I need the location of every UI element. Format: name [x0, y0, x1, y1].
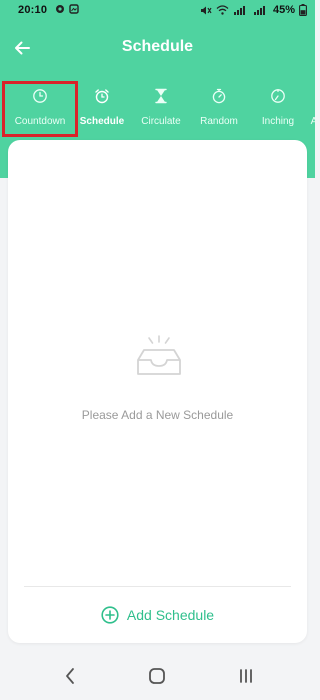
divider [24, 586, 291, 587]
signal-lte-icon [253, 6, 265, 15]
nav-home-button[interactable] [144, 664, 170, 688]
page-title: Schedule [121, 38, 194, 55]
signal-icon [233, 6, 245, 15]
settings-status-icon [56, 5, 64, 13]
schedule-type-tabs: Countdown Schedule Circulate Random Inch… [0, 84, 315, 136]
schedule-card: Please Add a New Schedule Add Schedule [8, 140, 307, 643]
tab-circulate[interactable]: Circulate [136, 84, 186, 136]
mute-icon [200, 6, 212, 14]
timer-icon [271, 89, 285, 103]
status-right-icons: 45% [200, 4, 307, 16]
tab-inching[interactable]: Inching [256, 84, 300, 136]
tab-label: Random [200, 116, 238, 127]
gallery-status-icon [69, 4, 79, 14]
tab-partial[interactable]: A [304, 84, 315, 136]
system-nav-bar [0, 650, 315, 700]
nav-back-button[interactable] [57, 664, 83, 688]
battery-icon [299, 4, 307, 16]
tab-label: Countdown [14, 116, 66, 127]
alarm-icon [95, 89, 109, 104]
recents-nav-icon [240, 669, 252, 683]
stopwatch-icon [212, 88, 226, 104]
empty-state-message: Please Add a New Schedule [81, 408, 234, 422]
tab-label: A [310, 116, 315, 127]
status-bar: 20:10 45% [0, 0, 315, 22]
status-time: 20:10 [18, 4, 48, 16]
tab-countdown[interactable]: Countdown [3, 84, 77, 136]
tab-label: Circulate [141, 116, 181, 127]
tab-label: Schedule [79, 116, 125, 127]
app-bar: Schedule [0, 22, 315, 74]
wifi-icon [216, 5, 229, 15]
tab-schedule[interactable]: Schedule [80, 84, 124, 136]
battery-percent: 45% [272, 4, 295, 16]
back-nav-icon [66, 668, 74, 684]
home-nav-icon [149, 668, 165, 684]
clock-icon [33, 89, 47, 103]
status-left-icons [55, 4, 79, 14]
nav-recents-button[interactable] [233, 664, 259, 688]
empty-inbox-icon [137, 335, 181, 375]
hourglass-icon [155, 88, 167, 104]
add-schedule-button[interactable]: Add Schedule [8, 606, 307, 624]
add-schedule-label: Add Schedule [126, 607, 215, 623]
tab-random[interactable]: Random [196, 84, 242, 136]
tab-label: Inching [261, 116, 295, 127]
add-circle-icon [101, 606, 119, 624]
